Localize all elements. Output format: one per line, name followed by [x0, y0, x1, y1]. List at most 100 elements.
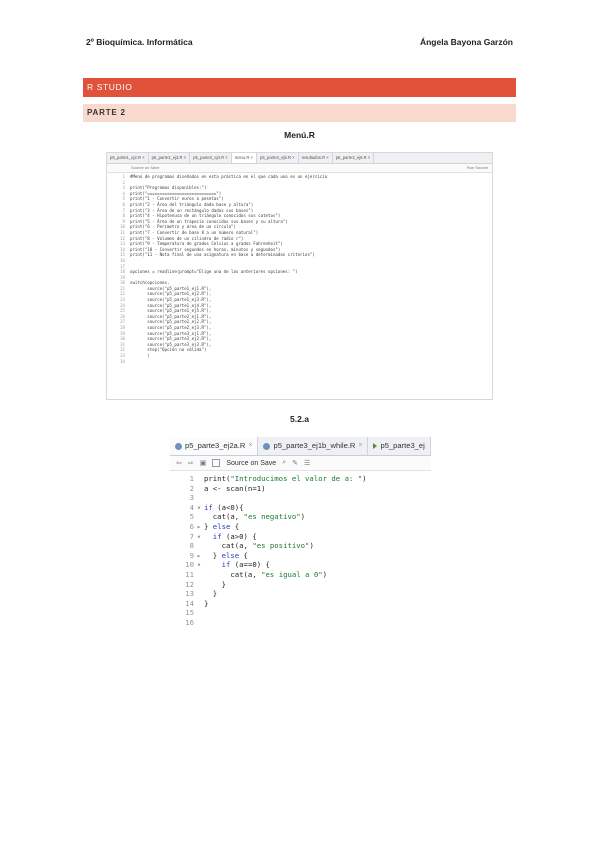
code-text: cat(a, "es positivo"): [204, 541, 314, 551]
line-number: 16: [185, 617, 194, 627]
line-number: 5: [189, 512, 194, 522]
code-line: 8 cat(a, "es positivo"): [170, 541, 431, 551]
figure1-tab: p5_parte3_ej4.R ×: [190, 153, 232, 163]
code-line: 6 ▸} else {: [170, 522, 431, 532]
figure1-toolbar: Source on Save Run Source: [107, 164, 492, 173]
save-icon: ▣: [199, 460, 207, 467]
code-line: 5 cat(a, "es negativo"): [170, 512, 431, 522]
code-line: 1 print("Introducimos el valor de a: "): [170, 474, 431, 484]
code-text: }: [204, 589, 218, 599]
code-text: cat(a, "es negativo"): [204, 512, 306, 522]
line-number: 14: [185, 598, 194, 608]
code-line: 2 a <- scan(n=1): [170, 484, 431, 494]
wand-icon: ✎: [292, 460, 298, 467]
code-line: 34: [107, 359, 492, 365]
figure2-toolbar: ⇦ ⇨ ▣ Source on Save ⌕ ✎ ☰: [170, 456, 431, 471]
section-title-bar: R STUDIO: [83, 78, 516, 97]
figure1-tab: p5_parte3_ej3.R ×: [149, 153, 191, 163]
code-text: ): [130, 353, 150, 358]
source-on-save-checkbox: [212, 459, 221, 467]
figure1-code: 1 #Menú de programas diseñados en esta pr…: [107, 173, 492, 364]
code-line: 3: [170, 493, 431, 503]
code-text: }: [204, 598, 209, 608]
line-number: 8: [189, 541, 194, 551]
line-number: 13: [185, 589, 194, 599]
code-line: 12 }: [170, 580, 431, 590]
line-number: 9: [189, 550, 194, 560]
section-subtitle-bar: PARTE 2: [83, 104, 516, 122]
code-text: if (a>0) {: [212, 531, 257, 541]
fold-marker-icon: ▸: [196, 550, 202, 560]
header-left: 2º Bioquímica. Informática: [86, 37, 193, 47]
r-file-icon: [263, 442, 271, 450]
code-line: 13 }: [170, 589, 431, 599]
fold-marker-icon: ▸: [196, 521, 202, 531]
script-icon: [373, 443, 378, 449]
code-line: 15: [170, 608, 431, 618]
figure2-tab-label: p5_parte3_ej1b_while.R: [273, 441, 356, 450]
figure2-tab: p5_parte3_ej1b_while.R ×: [258, 437, 369, 455]
line-number: 3: [189, 493, 194, 503]
figure1-run-source: Run Source: [466, 165, 488, 170]
fold-marker-icon: [194, 589, 204, 599]
code-text: }: [204, 579, 226, 589]
back-arrow-icon: ⇦: [176, 460, 182, 467]
line-number: 1: [189, 474, 194, 483]
line-number: 7: [189, 531, 194, 541]
figure1-tab: resultados.R ×: [299, 153, 333, 163]
figure2-tab: p5_parte3_ej: [368, 437, 431, 455]
code-text: } else {: [204, 521, 240, 531]
source-on-save-label: Source on Save: [226, 459, 277, 467]
search-icon: ⌕: [282, 459, 287, 466]
figure1-caption: Menú.R: [284, 130, 315, 140]
code-text: #Menú de programas diseñados en esta prá…: [130, 174, 328, 179]
fold-marker-icon: ▾: [196, 502, 202, 512]
line-number: 34: [120, 358, 125, 364]
code-line: 16: [170, 618, 431, 627]
figure1-screenshot: p5_parte1_ej2.R × p5_parte3_ej3.R × p5_par…: [106, 152, 493, 400]
code-text: print("11 - Nota final de una asignatura…: [130, 252, 315, 258]
fold-marker-icon: [194, 580, 204, 590]
code-line: 14}: [170, 599, 431, 609]
figure2-tab-label: p5_parte3_ej2a.R: [185, 441, 246, 450]
fold-marker-icon: [194, 618, 204, 627]
line-number: 4: [189, 502, 194, 512]
code-text: opciones = readline(prompt="Elige una de…: [130, 269, 298, 275]
format-icon: ☰: [303, 460, 311, 467]
fold-marker-icon: [194, 599, 204, 609]
figure1-tab: p5_parte3_ej5.R ×: [257, 153, 299, 163]
header-right: Ángela Bayona Garzón: [419, 37, 513, 47]
fold-marker-icon: [194, 541, 204, 551]
fold-marker-icon: [194, 493, 204, 503]
fold-marker-icon: [194, 512, 204, 522]
figure1-tab: p5_parte1_ej2.R ×: [107, 153, 149, 163]
figure2-code: 1 print("Introducimos el valor de a: ") 2 a…: [170, 471, 431, 627]
code-line: 10 ▾ if (a==0) {: [170, 560, 431, 570]
fold-marker-icon: [194, 484, 204, 494]
figure1-tab: menu.R ×: [231, 153, 258, 163]
figure2-screenshot: p5_parte3_ej2a.R × p5_parte3_ej1b_while.R ×…: [170, 437, 431, 627]
code-text: } else {: [204, 550, 248, 560]
fold-marker-icon: [194, 570, 204, 580]
figure1-tab: p5_parte3_ej6.R ×: [333, 153, 375, 163]
figure1-source-on-save: Source on Save: [131, 165, 160, 170]
line-number: 2: [189, 483, 194, 493]
line-number: 15: [185, 608, 194, 618]
fold-marker-icon: ▾: [196, 531, 202, 541]
close-icon: ×: [358, 442, 363, 449]
figure1-tab-bar: p5_parte1_ej2.R × p5_parte3_ej3.R × p5_par…: [107, 153, 492, 164]
close-icon: ×: [248, 442, 253, 449]
line-number: 11: [185, 569, 194, 579]
forward-arrow-icon: ⇨: [187, 460, 194, 467]
fold-marker-icon: [194, 608, 204, 618]
fold-marker-icon: ▾: [196, 560, 202, 570]
figure2-caption: 5.2.a: [290, 414, 309, 424]
code-text: if (a==0) {: [221, 560, 270, 570]
fold-marker-icon: [194, 474, 204, 484]
code-line: 11 cat(a, "es igual a 0"): [170, 570, 431, 580]
code-line: 4 ▾ if (a<0){: [170, 503, 431, 513]
code-text: cat(a, "es igual a 0"): [204, 569, 328, 579]
code-line: 7 ▾ if (a>0) {: [170, 532, 431, 542]
figure2-tab-label: p5_parte3_ej: [380, 441, 425, 450]
line-number: 10: [185, 560, 194, 570]
